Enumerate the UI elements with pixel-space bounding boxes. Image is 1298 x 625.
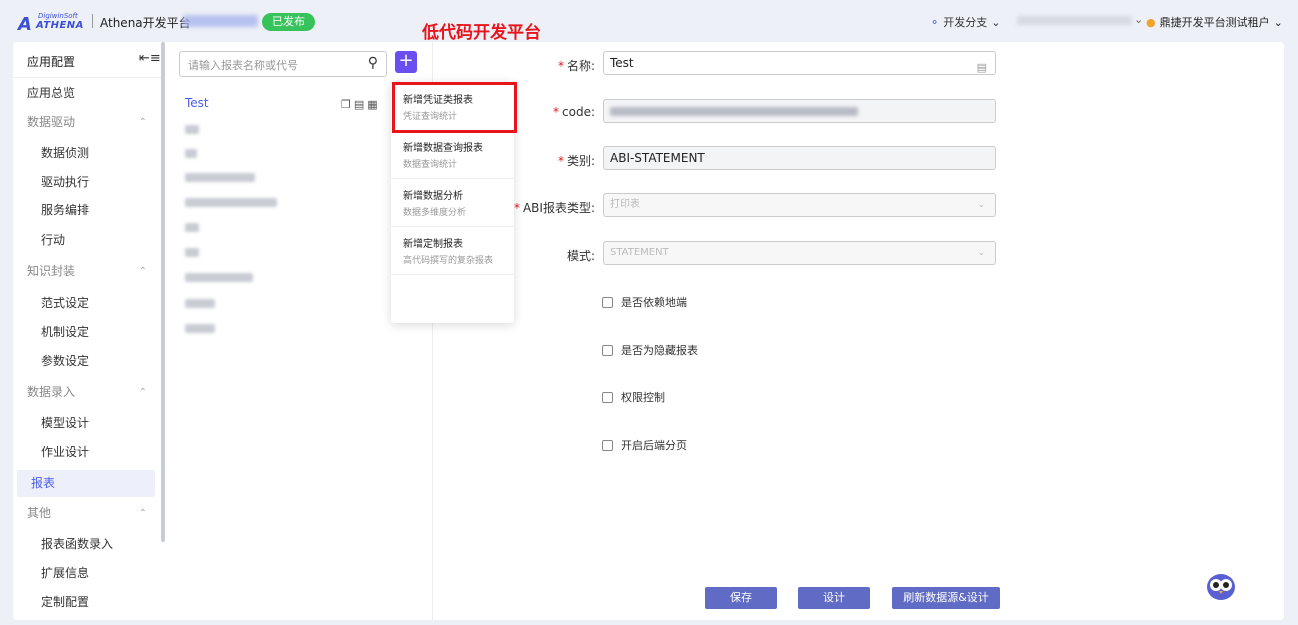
save-button[interactable]: 保存 xyxy=(705,587,777,609)
edit-icon[interactable]: ▤ xyxy=(354,98,367,111)
menu-item-query-report[interactable]: 新增数据查询报表 数据查询统计 xyxy=(391,130,514,179)
sidebar-item[interactable]: 报表函数录入 xyxy=(13,531,155,558)
checkbox[interactable] xyxy=(602,344,613,356)
name-label: * 名称: xyxy=(557,59,595,73)
sidebar-item[interactable]: 机制设定 xyxy=(13,319,155,346)
sidebar-header: 应用配置 ⇤≡ xyxy=(13,42,161,78)
report-list-item[interactable] xyxy=(185,222,199,235)
report-list-item[interactable] xyxy=(185,272,253,285)
report-list-item[interactable] xyxy=(185,197,277,210)
user-email-redacted[interactable] xyxy=(1017,16,1132,25)
user-icon: ● xyxy=(1146,15,1156,29)
search-placeholder: 请输入报表名称或代号 xyxy=(188,59,298,72)
header-divider xyxy=(92,14,93,28)
chevron-down-icon: ⌄ xyxy=(977,248,985,258)
chevron-up-icon[interactable]: ⌃ xyxy=(139,109,147,136)
report-list-item[interactable]: Test xyxy=(185,96,209,110)
sidebar-item[interactable]: 数据驱动 ⌃ xyxy=(13,109,155,136)
sidebar-item[interactable]: 数据侦测 xyxy=(13,140,155,167)
sidebar-item[interactable]: 知识封装 ⌃ xyxy=(13,258,155,285)
report-list-item[interactable] xyxy=(185,298,215,311)
highlight-box xyxy=(392,82,517,133)
report-search-input[interactable]: 请输入报表名称或代号 ⚲ xyxy=(179,51,387,77)
checkbox-hidden-report[interactable]: 是否为隐藏报表 xyxy=(602,342,698,358)
report-list-item[interactable] xyxy=(185,172,255,185)
chevron-down-icon: ⌄ xyxy=(1273,15,1283,29)
sidebar-item[interactable]: 驱动执行 xyxy=(13,169,155,196)
sidebar: 应用配置 ⇤≡ 应用总览 数据驱动 ⌃ 数据侦测 驱动执行 服务编排行动知识封装 ⌃ 范式设定… xyxy=(13,42,161,620)
abi-type-select[interactable]: 打印表 ⌄ xyxy=(603,193,996,217)
sidebar-item[interactable]: 服务编排 xyxy=(13,197,155,224)
sidebar-item[interactable]: 作业设计 xyxy=(13,439,155,466)
chevron-down-icon: ⌄ xyxy=(977,200,985,210)
platform-title: Athena开发平台 xyxy=(100,16,191,30)
branch-icon: ⚬ xyxy=(930,15,940,29)
translate-icon[interactable]: ▤ xyxy=(977,57,987,79)
checkbox[interactable] xyxy=(602,439,613,451)
report-list-item[interactable] xyxy=(185,124,199,137)
sidebar-item[interactable]: 报表 xyxy=(17,470,155,497)
code-field xyxy=(603,99,996,123)
annotation-label: 低代码开发平台 xyxy=(422,23,541,43)
add-report-button[interactable]: + xyxy=(395,51,417,73)
branch-selector[interactable]: ⚬ 开发分支 ⌄ xyxy=(930,14,1000,30)
mode-select[interactable]: STATEMENT ⌄ xyxy=(603,241,996,265)
checkbox-permission-control[interactable]: 权限控制 xyxy=(602,389,665,405)
tenant-selector[interactable]: ● 鼎捷开发平台测试租户 ⌄ xyxy=(1146,14,1283,30)
sidebar-item[interactable]: 模型设计 xyxy=(13,410,155,437)
refresh-design-button[interactable]: 刷新数据源&设计 xyxy=(892,587,1000,609)
sidebar-item[interactable]: 扩展信息 xyxy=(13,560,155,587)
copy-icon[interactable]: ❐ xyxy=(341,98,354,111)
sidebar-item[interactable]: 定制配置 xyxy=(13,589,155,616)
menu-item-data-analysis[interactable]: 新增数据分析 数据多维度分析 xyxy=(391,178,514,227)
top-header: A DigiwinSoft ATHENA Athena开发平台 已发布 低代码开… xyxy=(0,0,1298,43)
chevron-down-icon: ⌄ xyxy=(991,15,1001,29)
report-list-item[interactable] xyxy=(185,247,199,260)
athena-logo[interactable]: A DigiwinSoft ATHENA xyxy=(18,12,86,35)
checkbox[interactable] xyxy=(602,296,613,308)
chevron-up-icon[interactable]: ⌃ xyxy=(139,379,147,406)
checkbox[interactable] xyxy=(602,391,613,403)
sidebar-title: 应用配置 xyxy=(27,55,76,69)
tenant-label: 鼎捷开发平台测试租户 xyxy=(1159,16,1270,29)
sidebar-item[interactable]: 行动 xyxy=(13,227,155,254)
checkbox-backend-paging[interactable]: 开启后端分页 xyxy=(602,437,687,453)
sidebar-item[interactable]: 范式设定 xyxy=(13,290,155,317)
sidebar-item[interactable]: 参数设定 xyxy=(13,348,155,375)
report-list-item[interactable] xyxy=(185,148,197,161)
chevron-up-icon[interactable]: ⌃ xyxy=(139,500,147,527)
checkbox-local-dependency[interactable]: 是否依赖地端 xyxy=(602,294,687,310)
design-button[interactable]: 设计 xyxy=(798,587,870,609)
sidebar-scrollbar[interactable] xyxy=(161,42,165,542)
sidebar-item[interactable]: 其他 ⌃ xyxy=(13,500,155,527)
sidebar-item[interactable]: 数据录入 ⌃ xyxy=(13,379,155,406)
chevron-down-icon[interactable]: ⌄ xyxy=(1134,13,1143,26)
status-badge: 已发布 xyxy=(262,13,315,31)
menu-item-custom-report[interactable]: 新增定制报表 高代码撰写的复杂报表 xyxy=(391,226,514,275)
report-list-item[interactable] xyxy=(185,323,215,336)
chevron-up-icon[interactable]: ⌃ xyxy=(139,258,147,285)
branch-label: 开发分支 xyxy=(943,16,988,29)
name-field[interactable]: Test ▤ xyxy=(603,51,996,75)
main-panel: 应用配置 ⇤≡ 应用总览 数据驱动 ⌃ 数据侦测 驱动执行 服务编排行动知识封装 ⌃ 范式设定… xyxy=(13,42,1284,620)
owl-mascot-icon[interactable] xyxy=(1205,570,1237,602)
search-icon[interactable]: ⚲ xyxy=(368,55,378,71)
app-name-redacted xyxy=(183,15,258,27)
sidebar-item[interactable]: 应用总览 xyxy=(13,80,155,107)
delete-icon[interactable]: ▦ xyxy=(367,98,380,111)
type-field: ABI-STATEMENT xyxy=(603,146,996,170)
collapse-icon[interactable]: ⇤≡ xyxy=(139,51,161,66)
code-value-redacted xyxy=(610,107,858,116)
row-actions: ❐▤▦ xyxy=(341,98,381,111)
